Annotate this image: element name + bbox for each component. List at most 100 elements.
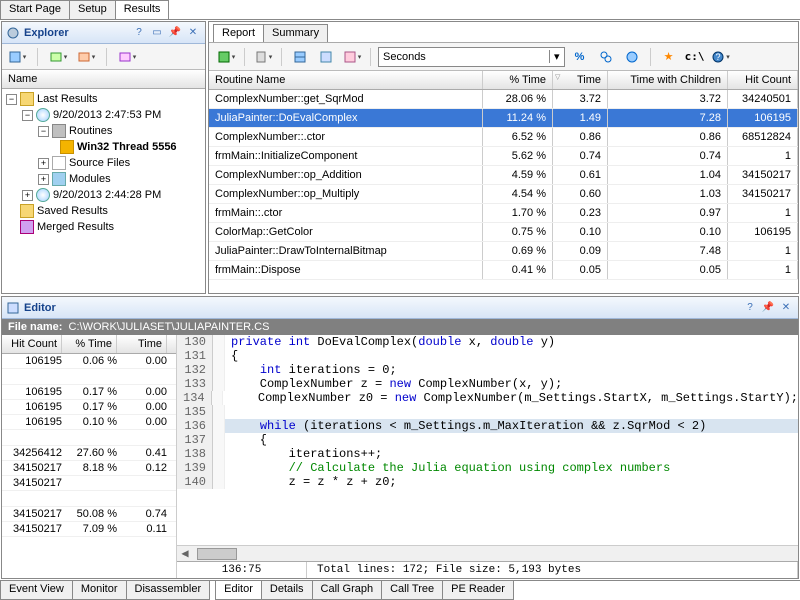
tab-disassembler[interactable]: Disassembler	[126, 581, 211, 600]
col-percent-time[interactable]: % Time	[62, 335, 117, 353]
code-line[interactable]: 137 {	[177, 433, 798, 447]
hit-row: 1061950.17 %0.00	[2, 385, 176, 400]
tab-event-view[interactable]: Event View	[0, 581, 73, 600]
expand-icon[interactable]: −	[38, 126, 49, 137]
tree-routines[interactable]: Routines	[69, 125, 112, 137]
tree-timestamp-1[interactable]: 9/20/2013 2:47:53 PM	[53, 109, 161, 121]
tree-win32-thread[interactable]: Win32 Thread 5556	[77, 141, 177, 153]
code-line[interactable]: 135	[177, 405, 798, 419]
expand-icon[interactable]: +	[22, 190, 33, 201]
horizontal-scrollbar[interactable]: ◀	[177, 545, 798, 561]
tab-editor[interactable]: Editor	[215, 581, 262, 600]
tree-timestamp-2[interactable]: 9/20/2013 2:44:28 PM	[53, 189, 161, 201]
report-tool-columns[interactable]	[341, 47, 363, 67]
report-tool-table[interactable]	[289, 47, 311, 67]
folder-icon	[20, 92, 34, 106]
table-row[interactable]: JuliaPainter::DoEvalComplex11.24 %1.497.…	[209, 109, 798, 128]
code-line[interactable]: 134 ComplexNumber z0 = new ComplexNumber…	[177, 391, 798, 405]
report-tool-star[interactable]: ★	[658, 47, 680, 67]
table-row[interactable]: ComplexNumber::.ctor6.52 %0.860.86685128…	[209, 128, 798, 147]
close-icon[interactable]: ✕	[185, 25, 201, 41]
explorer-titlebar: Explorer ? ▭ 📌 ✕	[2, 22, 205, 44]
name-column-header[interactable]: Name	[2, 70, 205, 89]
explorer-tool-1[interactable]	[6, 47, 28, 67]
code-line[interactable]: 130private int DoEvalComplex(double x, d…	[177, 335, 798, 349]
tab-setup[interactable]: Setup	[69, 0, 116, 19]
pin-icon[interactable]: 📌	[760, 300, 776, 316]
table-row[interactable]: ComplexNumber::get_SqrMod28.06 %3.723.72…	[209, 90, 798, 109]
tab-report[interactable]: Report	[213, 24, 264, 42]
tab-monitor[interactable]: Monitor	[72, 581, 127, 600]
col-time[interactable]: Time	[117, 335, 167, 353]
code-line[interactable]: 133 ComplexNumber z = new ComplexNumber(…	[177, 377, 798, 391]
tab-start-page[interactable]: Start Page	[0, 0, 70, 19]
explorer-tool-2[interactable]	[47, 47, 69, 67]
tab-details[interactable]: Details	[261, 581, 313, 600]
report-tool-globe[interactable]	[621, 47, 643, 67]
counter-dropdown[interactable]: ▾	[378, 47, 565, 67]
tree-modules[interactable]: Modules	[69, 173, 111, 185]
expand-icon[interactable]: +	[38, 158, 49, 169]
tab-pe-reader[interactable]: PE Reader	[442, 581, 514, 600]
code-line[interactable]: 132 int iterations = 0;	[177, 363, 798, 377]
help-icon[interactable]: ?	[742, 300, 758, 316]
table-row[interactable]: frmMain::Dispose0.41 %0.050.051	[209, 261, 798, 280]
tab-results[interactable]: Results	[115, 0, 170, 19]
dropdown-icon[interactable]: ▭	[149, 25, 165, 41]
expand-icon[interactable]: −	[6, 94, 17, 105]
pin-icon[interactable]: 📌	[167, 25, 183, 41]
table-row[interactable]: JuliaPainter::DrawToInternalBitmap0.69 %…	[209, 242, 798, 261]
tab-summary[interactable]: Summary	[263, 24, 328, 42]
code-line[interactable]: 131{	[177, 349, 798, 363]
report-tool-help[interactable]: ?	[710, 47, 732, 67]
table-row[interactable]: ComplexNumber::op_Multiply4.54 %0.601.03…	[209, 185, 798, 204]
tree-last-results[interactable]: Last Results	[37, 93, 98, 105]
code-line[interactable]: 136 while (iterations < m_Settings.m_Max…	[177, 419, 798, 433]
file-name-bar: File name: C:\WORK\JULIASET\JULIAPAINTER…	[2, 319, 798, 335]
report-tool-export[interactable]	[215, 47, 237, 67]
table-row[interactable]: ColorMap::GetColor0.75 %0.100.10106195	[209, 223, 798, 242]
editor-title-text: Editor	[24, 302, 56, 314]
editor-titlebar: Editor ? 📌 ✕	[2, 297, 798, 319]
table-row[interactable]: frmMain::.ctor1.70 %0.230.971	[209, 204, 798, 223]
report-tool-clipboard[interactable]	[252, 47, 274, 67]
hit-row: 1061950.10 %0.00	[2, 415, 176, 430]
hit-row: 3425641227.60 %0.41	[2, 446, 176, 461]
counter-input[interactable]	[379, 51, 549, 63]
tree-source-files[interactable]: Source Files	[69, 157, 130, 169]
report-tool-link[interactable]	[595, 47, 617, 67]
report-tool-percent[interactable]: %	[569, 47, 591, 67]
grid-header: Routine Name % Time ▽Time Time with Chil…	[209, 71, 798, 90]
hit-row: 1061950.17 %0.00	[2, 400, 176, 415]
scroll-left-icon[interactable]: ◀	[177, 546, 193, 561]
col-hit-count[interactable]: Hit Count	[2, 335, 62, 353]
cursor-position: 136:75	[177, 562, 307, 578]
report-tool-grid[interactable]	[315, 47, 337, 67]
table-row[interactable]: ComplexNumber::op_Addition4.59 %0.611.04…	[209, 166, 798, 185]
col-percent-time[interactable]: % Time	[483, 71, 553, 89]
explorer-tool-3[interactable]	[75, 47, 97, 67]
tab-call-graph[interactable]: Call Graph	[312, 581, 383, 600]
code-line[interactable]: 139 // Calculate the Julia equation usin…	[177, 461, 798, 475]
col-hit-count[interactable]: Hit Count	[728, 71, 798, 89]
explorer-tool-4[interactable]	[116, 47, 138, 67]
scroll-thumb[interactable]	[197, 548, 237, 560]
tab-call-tree[interactable]: Call Tree	[381, 581, 443, 600]
bottom-tabs: Event View Monitor Disassembler Editor D…	[0, 580, 800, 600]
tree-merged-results[interactable]: Merged Results	[37, 221, 114, 233]
tree-saved-results[interactable]: Saved Results	[37, 205, 108, 217]
report-tabs: Report Summary	[209, 22, 798, 43]
close-icon[interactable]: ✕	[778, 300, 794, 316]
col-routine-name[interactable]: Routine Name	[209, 71, 483, 89]
expand-icon[interactable]: −	[22, 110, 33, 121]
module-icon	[52, 172, 66, 186]
expand-icon[interactable]: +	[38, 174, 49, 185]
code-line[interactable]: 140 z = z * z + z0;	[177, 475, 798, 489]
help-icon[interactable]: ?	[131, 25, 147, 41]
col-time-with-children[interactable]: Time with Children	[608, 71, 728, 89]
col-time[interactable]: ▽Time	[553, 71, 608, 89]
code-lines[interactable]: 130private int DoEvalComplex(double x, d…	[177, 335, 798, 545]
code-line[interactable]: 138 iterations++;	[177, 447, 798, 461]
report-tool-prompt[interactable]: c:\	[684, 47, 706, 67]
table-row[interactable]: frmMain::InitializeComponent5.62 %0.740.…	[209, 147, 798, 166]
